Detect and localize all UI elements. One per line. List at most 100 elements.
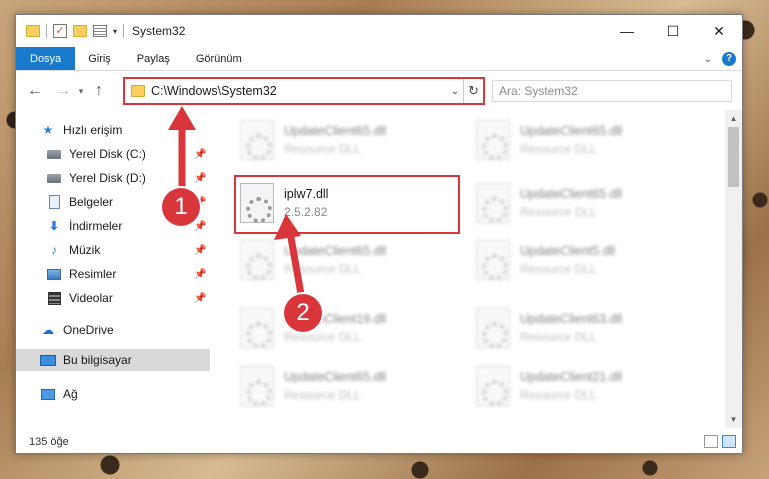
file-item[interactable]: UpdateClient65.dll Resource DLL — [476, 178, 696, 228]
annotation-badge-1: 1 — [162, 188, 200, 226]
title-bar: ✓ ▾ System32 — ☐ ✕ — [16, 15, 742, 47]
sidebar-item-local-disk-c[interactable]: Yerel Disk (C:) 📌 — [46, 143, 210, 165]
dll-file-icon — [240, 308, 274, 348]
sidebar-item-local-disk-d[interactable]: Yerel Disk (D:) 📌 — [46, 167, 210, 189]
up-button[interactable]: ↑ — [88, 80, 110, 102]
sidebar-item-label: Yerel Disk (C:) — [69, 147, 146, 161]
folder-icon — [26, 25, 40, 37]
network-icon — [40, 387, 56, 401]
pin-icon[interactable]: 📌 — [194, 293, 206, 304]
search-placeholder: Ara: System32 — [499, 84, 578, 98]
forward-button[interactable]: → — [52, 80, 74, 102]
star-icon: ★ — [42, 123, 54, 137]
address-dropdown-icon[interactable]: ⌄ — [447, 86, 463, 97]
ribbon-right-controls: ⌄ ? — [704, 47, 736, 71]
sidebar-item-label: İndirmeler — [69, 219, 123, 233]
view-switcher — [704, 435, 736, 448]
close-button[interactable]: ✕ — [696, 15, 742, 47]
back-button[interactable]: ← — [24, 80, 46, 102]
sidebar-item-this-pc[interactable]: Bu bilgisayar — [16, 349, 210, 371]
file-item[interactable]: UpdateClient65.dll Resource DLL — [240, 361, 460, 411]
ribbon-tabs: Dosya Giriş Paylaş Görünüm ⌄ ? — [16, 47, 742, 71]
file-type: Resource DLL — [284, 388, 361, 402]
file-item[interactable]: UpdateClient63.dll Resource DLL — [476, 303, 696, 353]
help-icon[interactable]: ? — [722, 52, 736, 66]
properties-icon[interactable] — [93, 25, 107, 37]
file-item[interactable]: UpdateClient5.dll Resource DLL — [476, 235, 696, 285]
file-item[interactable]: UpdateClient19.dll Resource DLL — [240, 303, 460, 353]
tiles-view-icon[interactable] — [722, 435, 736, 448]
file-item[interactable]: UpdateClient65.dll Resource DLL — [240, 235, 460, 285]
file-type: Resource DLL — [520, 330, 597, 344]
refresh-button[interactable]: ↻ — [463, 79, 483, 103]
pictures-icon — [46, 267, 62, 281]
file-name: UpdateClient21.dll — [520, 370, 623, 384]
scroll-up-icon[interactable]: ▲ — [725, 110, 742, 127]
dll-file-icon — [476, 183, 510, 223]
file-item[interactable]: UpdateClient65.dll Resource DLL — [476, 115, 696, 165]
file-item[interactable]: UpdateClient65.dll Resource DLL — [240, 115, 460, 165]
tab-home[interactable]: Giriş — [75, 47, 124, 70]
file-list: UpdateClient65.dll Resource DLL UpdateCli… — [226, 113, 726, 431]
pin-icon[interactable]: 📌 — [194, 173, 206, 184]
tab-view[interactable]: Görünüm — [183, 47, 255, 70]
disk-icon — [46, 147, 62, 161]
expand-ribbon-icon[interactable]: ⌄ — [704, 54, 712, 65]
item-count: 135 öğe — [29, 436, 69, 448]
videos-icon — [46, 291, 62, 305]
vertical-scrollbar[interactable]: ▲ ▼ — [725, 110, 742, 428]
tab-share[interactable]: Paylaş — [124, 47, 183, 70]
pin-icon[interactable]: 📌 — [194, 221, 206, 232]
minimize-button[interactable]: — — [604, 15, 650, 47]
maximize-button[interactable]: ☐ — [650, 15, 696, 47]
sidebar-item-onedrive[interactable]: ☁ OneDrive — [40, 319, 210, 341]
sidebar-item-network[interactable]: Ağ — [40, 383, 210, 405]
sidebar-item-label: Belgeler — [69, 195, 114, 209]
sidebar-item-pictures[interactable]: Resimler 📌 — [46, 263, 210, 285]
file-item[interactable]: UpdateClient21.dll Resource DLL — [476, 361, 696, 411]
computer-icon — [40, 353, 56, 367]
search-input[interactable]: Ara: System32 — [492, 80, 732, 102]
sidebar-item-label: Bu bilgisayar — [63, 353, 132, 367]
file-highlight-box — [234, 175, 460, 234]
status-bar: 135 öğe — [16, 431, 742, 453]
file-type: Resource DLL — [284, 262, 361, 276]
file-type: Resource DLL — [520, 142, 597, 156]
pin-icon[interactable]: 📌 — [194, 149, 206, 160]
details-view-icon[interactable] — [704, 435, 718, 448]
file-type: Resource DLL — [284, 330, 361, 344]
file-name: UpdateClient65.dll — [284, 124, 387, 138]
toolbar-separator — [46, 24, 47, 38]
address-bar[interactable]: C:\Windows\System32 ⌄ ↻ — [123, 77, 485, 105]
sidebar-item-label: Resimler — [69, 267, 117, 281]
sidebar-item-videos[interactable]: Videolar 📌 — [46, 287, 210, 309]
properties-check-icon[interactable]: ✓ — [53, 24, 67, 38]
sidebar-item-label: Hızlı erişim — [63, 123, 123, 137]
music-icon: ♪ — [51, 243, 57, 257]
file-name: UpdateClient65.dll — [520, 187, 623, 201]
dll-file-icon — [476, 120, 510, 160]
file-name: UpdateClient65.dll — [520, 124, 623, 138]
recent-locations-dropdown-icon[interactable]: ▾ — [74, 80, 88, 102]
sidebar-item-quick-access[interactable]: ★ Hızlı erişim — [40, 119, 210, 141]
tab-file[interactable]: Dosya — [16, 47, 76, 70]
dll-file-icon — [476, 366, 510, 406]
pin-icon[interactable]: 📌 — [194, 245, 206, 256]
customize-toolbar-dropdown-icon[interactable]: ▾ — [113, 27, 117, 36]
file-type: Resource DLL — [284, 142, 361, 156]
sidebar-item-label: Müzik — [69, 243, 101, 257]
download-icon: ⬇ — [48, 219, 60, 233]
scroll-thumb[interactable] — [728, 127, 739, 187]
pin-icon[interactable]: 📌 — [194, 269, 206, 280]
new-folder-icon[interactable] — [73, 25, 87, 37]
scroll-down-icon[interactable]: ▼ — [725, 411, 742, 428]
file-name: UpdateClient65.dll — [284, 244, 387, 258]
sidebar-item-music[interactable]: ♪ Müzik 📌 — [46, 239, 210, 261]
address-path[interactable]: C:\Windows\System32 — [151, 84, 447, 98]
quick-access-toolbar: ✓ ▾ — [16, 24, 125, 38]
file-name: UpdateClient65.dll — [284, 370, 387, 384]
documents-icon — [46, 195, 62, 209]
dll-file-icon — [476, 308, 510, 348]
navigation-pane: ★ Hızlı erişim Yerel Disk (C:) 📌 Yerel D… — [16, 115, 210, 433]
sidebar-item-label: Yerel Disk (D:) — [69, 171, 146, 185]
